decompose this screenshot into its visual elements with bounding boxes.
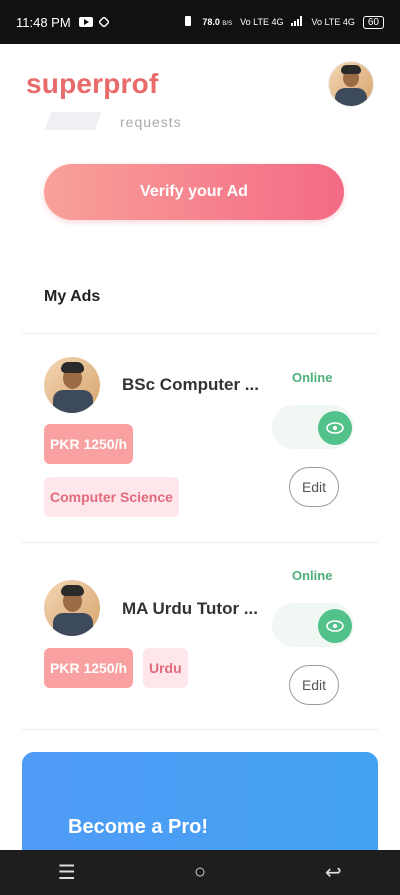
back-icon[interactable]: ↩ bbox=[303, 860, 363, 885]
vibrate-icon bbox=[182, 15, 194, 29]
subject-chip: Urdu bbox=[143, 648, 188, 688]
signal-icon bbox=[291, 16, 303, 28]
visibility-toggle[interactable] bbox=[272, 603, 354, 647]
profile-avatar[interactable] bbox=[328, 61, 374, 107]
ad-title[interactable]: MA Urdu Tutor ... bbox=[122, 599, 258, 619]
edit-button[interactable]: Edit bbox=[289, 467, 339, 507]
home-icon[interactable]: ○ bbox=[170, 861, 230, 884]
pro-title: Become a Pro! bbox=[68, 816, 209, 838]
network-2: Vo LTE 4G bbox=[311, 17, 355, 27]
status-bar: 11:48 PM 78.0 B/S Vo LTE 4G Vo LTE 4G 60 bbox=[0, 0, 400, 44]
ad-status: Online bbox=[292, 370, 333, 385]
illustration-shape bbox=[44, 112, 102, 130]
ad-title[interactable]: BSc Computer ... bbox=[122, 375, 259, 395]
superprof-logo[interactable]: superprof bbox=[26, 68, 158, 100]
network-1: Vo LTE 4G bbox=[240, 17, 284, 27]
tutor-avatar bbox=[44, 357, 100, 413]
battery-icon: 60 bbox=[362, 15, 384, 29]
status-time: 11:48 PM bbox=[16, 14, 71, 30]
youtube-icon bbox=[78, 15, 93, 30]
price-chip: PKR 1250/h bbox=[44, 424, 134, 464]
partial-text: requests bbox=[120, 114, 182, 130]
subject-chip: Computer Science bbox=[44, 477, 179, 517]
divider bbox=[22, 542, 378, 543]
price-chip: PKR 1250/h bbox=[44, 648, 134, 688]
edit-button[interactable]: Edit bbox=[289, 665, 339, 705]
menu-icon[interactable]: ☰ bbox=[37, 860, 97, 885]
become-pro-card[interactable]: Become a Pro! bbox=[22, 752, 378, 862]
diamond-icon bbox=[97, 15, 110, 30]
eye-icon bbox=[318, 411, 352, 445]
my-ads-title: My Ads bbox=[44, 288, 101, 305]
divider bbox=[22, 729, 378, 730]
system-nav-bar: ☰ ○ ↩ bbox=[0, 850, 400, 895]
visibility-toggle[interactable] bbox=[272, 405, 354, 449]
verify-ad-button[interactable]: Verify your Ad bbox=[44, 164, 344, 220]
partial-request-row: requests bbox=[44, 112, 344, 134]
eye-icon bbox=[318, 609, 352, 643]
tutor-avatar bbox=[44, 580, 100, 636]
net-speed: 78.0 B/S bbox=[202, 17, 233, 27]
ad-status: Online bbox=[292, 568, 333, 583]
divider bbox=[22, 333, 378, 334]
